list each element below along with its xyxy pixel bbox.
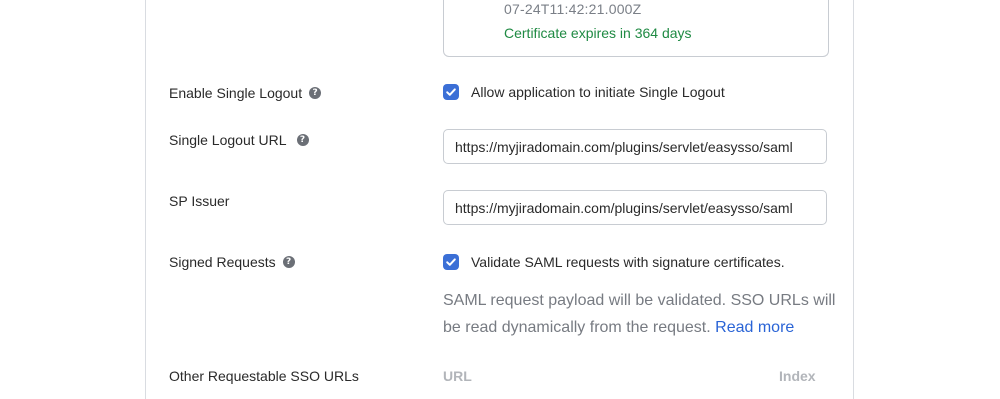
checkbox-checked[interactable] bbox=[443, 84, 459, 100]
column-header-url: URL bbox=[443, 368, 472, 384]
signed-requests-label: Signed Requests ? bbox=[169, 254, 295, 270]
single-logout-checkbox[interactable]: Allow application to initiate Single Log… bbox=[443, 84, 725, 100]
certificate-expiry-status: Certificate expires in 364 days bbox=[504, 25, 692, 41]
sp-issuer-label: SP Issuer bbox=[169, 193, 229, 209]
signed-requests-checkbox[interactable]: Validate SAML requests with signature ce… bbox=[443, 254, 785, 270]
signed-requests-label-text: Signed Requests bbox=[169, 254, 276, 270]
single-logout-url-input[interactable] bbox=[443, 129, 827, 164]
signed-requests-help-text: SAML request payload will be validated. … bbox=[443, 287, 843, 341]
signed-requests-checkbox-label: Validate SAML requests with signature ce… bbox=[471, 254, 785, 270]
sp-issuer-input[interactable] bbox=[443, 190, 827, 225]
checkmark-icon bbox=[446, 88, 456, 96]
sp-issuer-label-text: SP Issuer bbox=[169, 193, 230, 209]
help-circle-icon[interactable]: ? bbox=[296, 134, 309, 146]
single-logout-checkbox-label: Allow application to initiate Single Log… bbox=[471, 84, 725, 100]
single-logout-url-label-text: Single Logout URL bbox=[169, 132, 287, 148]
other-sso-urls-label-text: Other Requestable SSO URLs bbox=[169, 368, 359, 384]
single-logout-url-label: Single Logout URL ? bbox=[169, 132, 309, 148]
enable-single-logout-label-text: Enable Single Logout bbox=[169, 85, 303, 101]
checkmark-icon bbox=[446, 258, 456, 266]
other-sso-urls-label: Other Requestable SSO URLs bbox=[169, 368, 359, 384]
help-circle-icon[interactable]: ? bbox=[282, 256, 295, 268]
certificate-info-box: 07-24T11:42:21.000Z Certificate expires … bbox=[443, 0, 829, 57]
certificate-date: 07-24T11:42:21.000Z bbox=[504, 1, 642, 17]
help-circle-icon[interactable]: ? bbox=[309, 87, 322, 99]
enable-single-logout-label: Enable Single Logout ? bbox=[169, 85, 322, 101]
column-header-index: Index bbox=[779, 368, 816, 384]
read-more-link[interactable]: Read more bbox=[715, 319, 794, 336]
checkbox-checked[interactable] bbox=[443, 254, 459, 270]
saml-settings-page: 07-24T11:42:21.000Z Certificate expires … bbox=[0, 0, 1000, 399]
